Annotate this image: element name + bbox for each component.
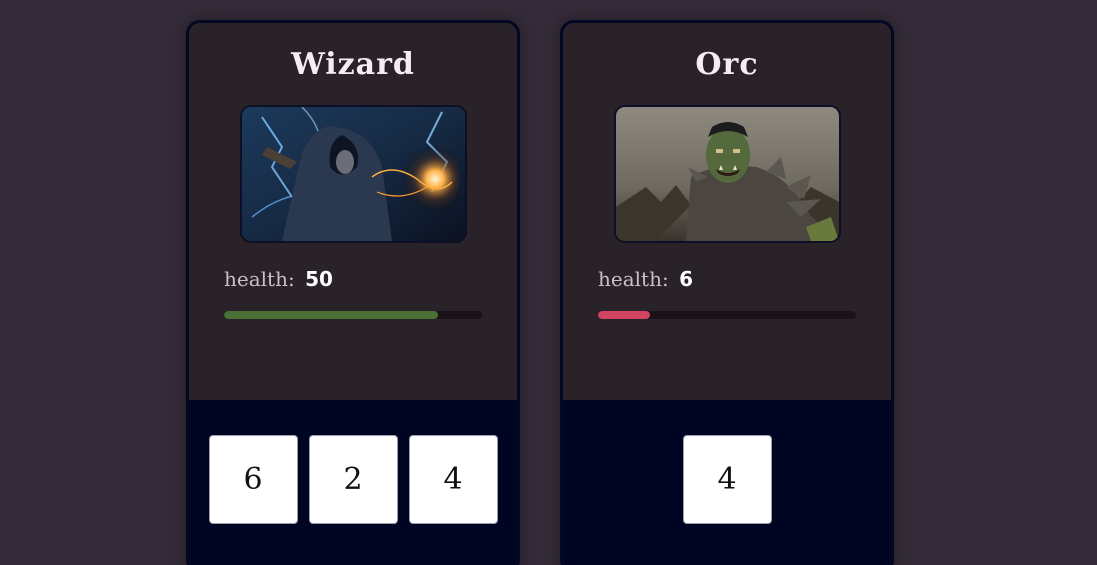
orc-dice-row: 4 — [563, 435, 891, 524]
orc-health-bar — [598, 311, 856, 319]
orc-health-bar-fill — [598, 311, 650, 319]
orc-portrait — [614, 105, 841, 243]
wizard-die[interactable]: 4 — [408, 435, 498, 524]
wizard-health-bar — [224, 311, 482, 319]
orc-health: health: 6 — [598, 267, 693, 291]
orc-name: Orc — [695, 47, 759, 82]
wizard-portrait-icon — [242, 107, 465, 241]
orc-health-label: health: — [598, 267, 669, 291]
wizard-health-bar-fill — [224, 311, 439, 319]
orc-card: Orc health: 6 4 — [560, 20, 894, 565]
wizard-dice-row: 624 — [189, 435, 517, 524]
orc-portrait-icon — [616, 107, 839, 241]
wizard-health-value: 50 — [305, 267, 333, 291]
wizard-health-label: health: — [224, 267, 295, 291]
wizard-card-top: Wizard health: 50 — [189, 23, 517, 400]
wizard-health: health: 50 — [224, 267, 333, 291]
orc-health-value: 6 — [679, 267, 693, 291]
game-board: Wizard health: 50 6 2 4 Orc health: 6 4 — [0, 0, 1097, 565]
wizard-name: Wizard — [291, 47, 415, 82]
wizard-dice-area: 624 — [189, 400, 517, 565]
orc-dice-area: 4 — [563, 400, 891, 565]
orc-die[interactable]: 4 — [682, 435, 772, 524]
wizard-portrait — [240, 105, 467, 243]
wizard-card: Wizard health: 50 6 2 4 — [186, 20, 520, 565]
orc-card-top: Orc health: 6 — [563, 23, 891, 400]
wizard-die[interactable]: 2 — [308, 435, 398, 524]
wizard-die[interactable]: 6 — [208, 435, 298, 524]
